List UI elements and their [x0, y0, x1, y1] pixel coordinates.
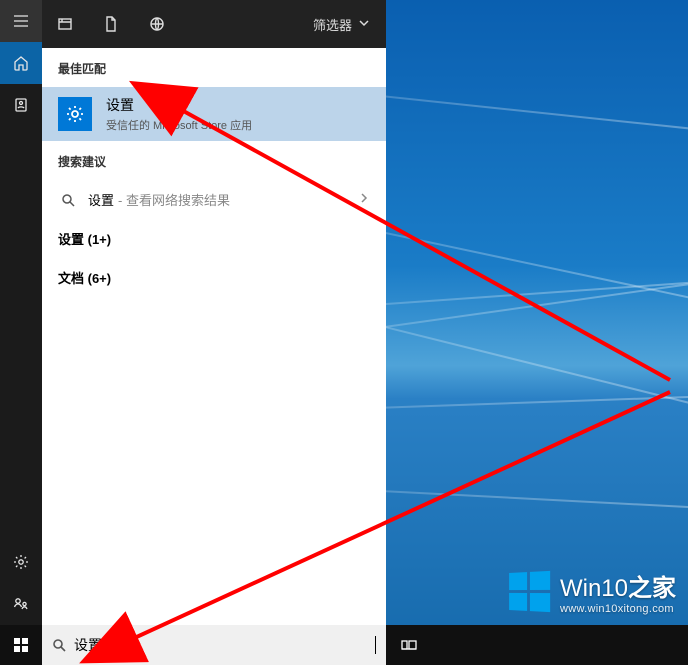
suggestion-hint: - 查看网络搜索结果	[118, 190, 230, 209]
result-subtitle: 受信任的 Microsoft Store 应用	[106, 117, 252, 133]
menu-icon[interactable]	[0, 0, 42, 42]
document-icon[interactable]	[88, 0, 134, 48]
search-icon	[58, 193, 78, 207]
notebook-icon[interactable]	[0, 84, 42, 126]
windows-logo-icon	[509, 571, 550, 612]
web-icon[interactable]	[134, 0, 180, 48]
gear-icon	[58, 97, 92, 131]
search-input[interactable]	[74, 637, 373, 653]
category-documents[interactable]: 文档 (6+)	[42, 258, 386, 297]
section-best-match: 最佳匹配	[42, 48, 386, 87]
suggestion-term: 设置	[88, 190, 114, 209]
chevron-down-icon	[358, 17, 370, 32]
cortana-results-panel: 筛选器 最佳匹配 设置 受信任的 Microsoft Store 应用 搜索建议…	[42, 0, 386, 625]
taskbar-search-box[interactable]	[42, 625, 386, 665]
taskbar	[0, 625, 688, 665]
watermark-url: www.win10xitong.com	[560, 603, 676, 615]
start-button[interactable]	[0, 625, 42, 665]
search-icon	[52, 638, 66, 652]
chevron-right-icon	[358, 192, 370, 207]
watermark: Win10之家 www.win10xitong.com	[507, 568, 676, 615]
taskbar-right-section	[386, 625, 432, 665]
text-caret	[375, 636, 376, 654]
section-search-suggestions: 搜索建议	[42, 141, 386, 180]
results-topbar: 筛选器	[42, 0, 386, 48]
cortana-sidebar	[0, 0, 42, 625]
filter-dropdown[interactable]: 筛选器	[303, 0, 386, 48]
settings-icon[interactable]	[0, 541, 42, 583]
result-title: 设置	[106, 95, 252, 115]
watermark-title: Win10之家	[560, 568, 676, 603]
feedback-icon[interactable]	[0, 583, 42, 625]
home-icon[interactable]	[0, 42, 42, 84]
web-suggestion-row[interactable]: 设置 - 查看网络搜索结果	[42, 180, 386, 219]
result-settings-app[interactable]: 设置 受信任的 Microsoft Store 应用	[42, 87, 386, 141]
category-settings[interactable]: 设置 (1+)	[42, 219, 386, 258]
filter-label: 筛选器	[313, 15, 352, 34]
recent-icon[interactable]	[42, 0, 88, 48]
results-body: 最佳匹配 设置 受信任的 Microsoft Store 应用 搜索建议 设置 …	[42, 48, 386, 625]
task-view-button[interactable]	[386, 625, 432, 665]
